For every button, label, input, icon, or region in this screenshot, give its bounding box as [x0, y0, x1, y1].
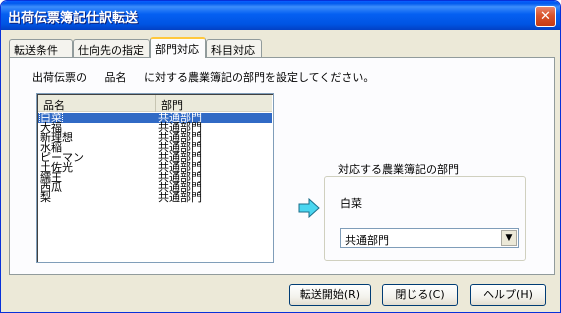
column-header-department[interactable]: 部門 [156, 95, 272, 112]
list-item[interactable]: 白菜 共通部門 [38, 112, 272, 124]
list-header: 品名 部門 [38, 95, 272, 112]
chevron-down-icon[interactable]: ▼ [501, 230, 517, 246]
department-select-value: 共通部門 [345, 234, 389, 247]
column-header-item[interactable]: 品名 [38, 95, 156, 112]
list-body: 白菜 共通部門 大福 共通部門 新理想 共通部門 水稲 共通部門 ピーマン 共通… [38, 112, 272, 204]
window-title: 出荷伝票簿記仕訳転送 [8, 11, 139, 26]
close-icon[interactable]: ✕ [535, 6, 556, 27]
list-item[interactable]: 土佐光 共通部門 [38, 162, 272, 173]
department-select[interactable]: 共通部門 ▼ [340, 228, 519, 248]
list-item[interactable]: 大福 共通部門 [38, 122, 272, 133]
list-item[interactable]: 繻王 共通部門 [38, 172, 272, 183]
selected-item-label: 白菜 [340, 197, 362, 210]
list-item[interactable]: 西瓜 共通部門 [38, 182, 272, 193]
department-group-box: 白菜 共通部門 ▼ [324, 176, 526, 261]
list-item[interactable]: 梨 共通部門 [38, 191, 272, 204]
group-title: 対応する農業簿記の部門 [338, 163, 459, 176]
instruction-part-3: に対する農業簿記の部門を設定してください。 [144, 71, 375, 84]
list-item[interactable]: ピーマン 共通部門 [38, 152, 272, 163]
tab-transfer-conditions[interactable]: 転送条件 [9, 39, 73, 57]
list-item-name: 梨 [40, 191, 51, 204]
tab-department-mapping[interactable]: 部門対応 [150, 37, 206, 58]
tab-destination[interactable]: 仕向先の指定 [73, 39, 150, 57]
instruction-part-1: 出荷伝票の [32, 71, 87, 84]
tab-account-mapping[interactable]: 科目対応 [206, 39, 262, 57]
instruction-part-2: 品名 [104, 71, 127, 84]
tab-panel: 出荷伝票の 品名 に対する農業簿記の部門を設定してください。 品名 部門 白菜 … [9, 57, 555, 275]
close-button[interactable]: 閉じる(C) [382, 284, 458, 306]
dialog-window: 出荷伝票簿記仕訳転送 ✕ 転送条件 仕向先の指定 部門対応 科目対応 出荷伝票の… [0, 0, 561, 313]
list-item[interactable]: 新理想 共通部門 [38, 132, 272, 143]
start-transfer-button[interactable]: 転送開始(R) [289, 284, 371, 306]
item-department-list[interactable]: 品名 部門 白菜 共通部門 大福 共通部門 新理想 共通部門 水稲 共通部門 ピ… [36, 93, 274, 263]
title-bar[interactable]: 出荷伝票簿記仕訳転送 ✕ [1, 1, 560, 30]
help-button[interactable]: ヘルプ(H) [470, 284, 546, 306]
instruction-text: 出荷伝票の 品名 に対する農業簿記の部門を設定してください。 [32, 69, 388, 85]
list-item-department: 共通部門 [158, 191, 202, 204]
right-arrow-icon [298, 198, 320, 218]
